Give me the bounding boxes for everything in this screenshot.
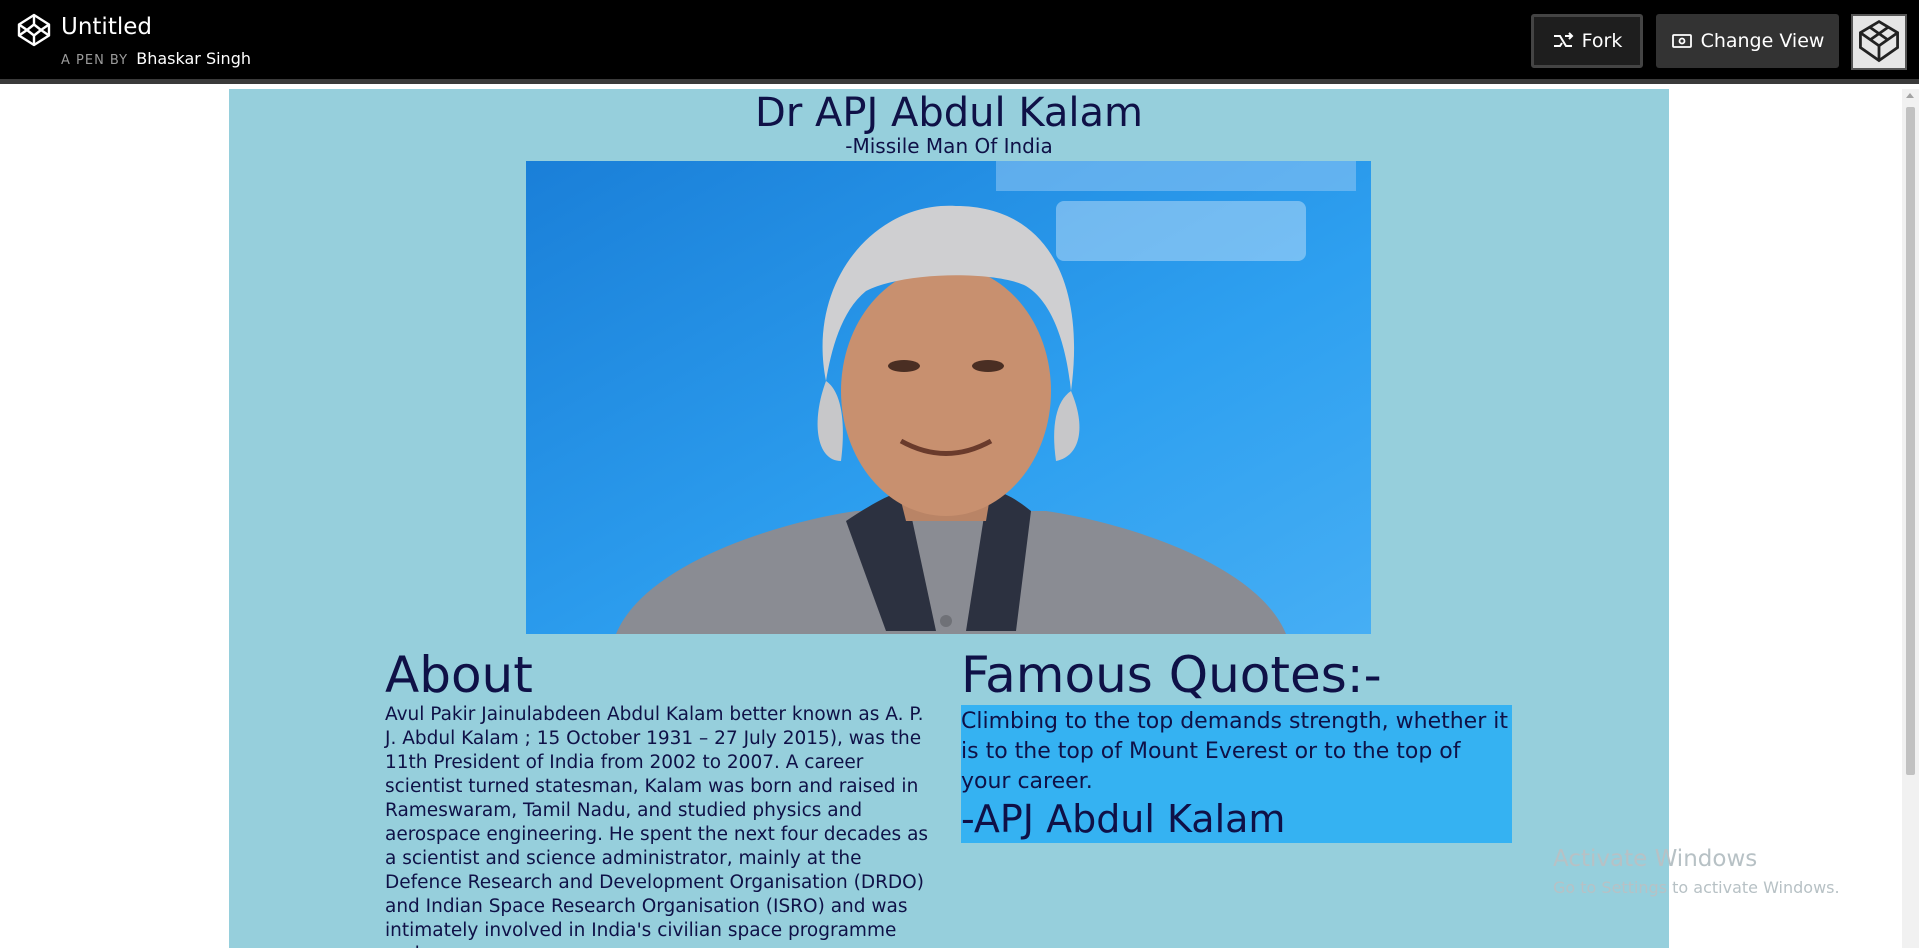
quote-block: Climbing to the top demands strength, wh…	[961, 705, 1512, 843]
change-view-button[interactable]: Change View	[1656, 14, 1839, 68]
codepen-logo-icon[interactable]	[16, 12, 52, 48]
fork-button[interactable]: Fork	[1531, 14, 1643, 68]
pen-author-link[interactable]: Bhaskar Singh	[136, 49, 251, 68]
vertical-scrollbar[interactable]	[1902, 89, 1919, 948]
fork-label: Fork	[1581, 30, 1623, 52]
codepen-header: Untitled A PEN BY Bhaskar Singh Fork Cha…	[0, 0, 1919, 84]
fork-icon	[1553, 32, 1574, 47]
pen-title[interactable]: Untitled	[61, 14, 152, 40]
change-view-icon	[1671, 34, 1692, 48]
page-subtitle: -Missile Man Of India	[845, 134, 1053, 158]
about-heading: About	[385, 646, 533, 704]
page-title: Dr APJ Abdul Kalam	[755, 90, 1143, 136]
quote-author: -APJ Abdul Kalam	[961, 797, 1286, 841]
avatar[interactable]	[1851, 14, 1907, 70]
quotes-heading: Famous Quotes:-	[961, 646, 1382, 704]
pen-by-label: A PEN BY	[61, 53, 129, 68]
scrollbar-thumb[interactable]	[1906, 107, 1915, 775]
about-paragraph: Avul Pakir Jainulabdeen Abdul Kalam bett…	[385, 704, 929, 948]
activate-windows-title: Activate Windows	[1553, 846, 1758, 872]
scroll-up-arrow-icon[interactable]	[1906, 93, 1914, 98]
change-view-label: Change View	[1700, 30, 1825, 52]
portrait-image	[526, 161, 1371, 634]
pen-preview: Dr APJ Abdul Kalam -Missile Man Of India	[229, 89, 1669, 948]
pen-byline: A PEN BY Bhaskar Singh	[61, 49, 251, 68]
activate-windows-subtitle: Go to Settings to activate Windows.	[1553, 878, 1840, 897]
quote-text: Climbing to the top demands strength, wh…	[961, 709, 1508, 794]
